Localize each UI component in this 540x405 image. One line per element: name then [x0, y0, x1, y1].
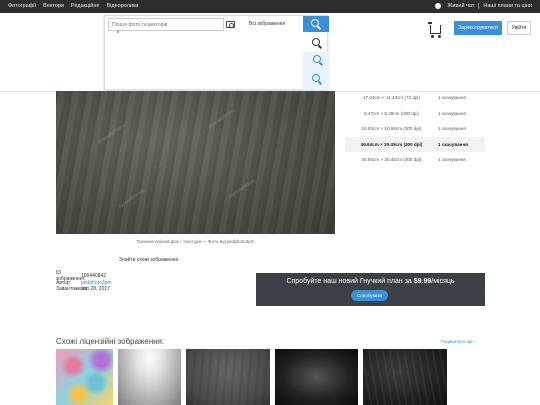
top-navigation-bar: Фотографії Вектори Редакційне Відеоролик…: [0, 0, 540, 13]
size-option-row[interactable]: 17.64cm × 11.43cm (72 dpi) 1 скачування: [345, 90, 485, 106]
similar-image-thumbnail[interactable]: [186, 349, 270, 405]
size-downloads: 1 скачування: [438, 141, 468, 147]
nav-link-photos[interactable]: Фотографії: [8, 3, 36, 9]
see-more-link[interactable]: Подивитися ще ›: [438, 339, 478, 344]
similar-images-heading: Схожі ліцензійні зображення:: [56, 337, 165, 346]
cart-icon[interactable]: [428, 22, 441, 34]
size-dimensions: 8.47cm × 5.49cm (300 dpi): [364, 110, 419, 116]
size-dimensions: 16.93cm × 10.98cm (300 dpi): [361, 126, 422, 132]
clear-search-icon[interactable]: ×: [116, 30, 120, 36]
nav-link-vectors[interactable]: Вектори: [43, 3, 64, 9]
find-similar-link[interactable]: Знайти схожі зображення: [119, 257, 178, 263]
watermark: depositphotos: [227, 177, 257, 201]
meta-label: Завантажено:: [56, 286, 89, 293]
divider: [478, 3, 480, 9]
size-downloads: 1 скачування: [438, 126, 466, 132]
try-plan-button[interactable]: Спробувати: [351, 290, 388, 301]
category-select[interactable]: Всі зображення: [249, 21, 285, 27]
size-downloads: 1 скачування: [438, 95, 466, 101]
author-link[interactable]: pedphoto3pm: [81, 280, 112, 286]
meta-row-author: Автор: pedphoto3pm: [56, 280, 112, 287]
size-option-row[interactable]: 16.93cm × 10.98cm (300 dpi) 1 скачування: [345, 121, 485, 137]
size-dimensions: 46.94cm × 30.45cm (300 dpi): [360, 141, 423, 147]
promo-text: Спробуйте наш новий Гнучкий план за $9.9…: [256, 278, 485, 285]
meta-label: Автор:: [56, 279, 72, 286]
size-option-row-selected[interactable]: 46.94cm × 30.45cm (300 dpi) 1 скачування: [345, 136, 485, 152]
stock-photo-preview[interactable]: depositphotos depositphotos depositphoto…: [56, 91, 335, 234]
search-input[interactable]: [108, 18, 224, 31]
image-metadata: ID зображення: 166440842 Автор: pedphoto…: [56, 270, 112, 293]
search-icon[interactable]: [312, 74, 320, 82]
flexible-plan-promo: Спробуйте наш новий Гнучкий план за $9.9…: [256, 273, 485, 306]
top-nav-links: Фотографії Вектори Редакційне Відеоролик…: [8, 3, 138, 9]
search-icon[interactable]: [312, 38, 320, 46]
chat-icon: [435, 3, 442, 9]
size-dimensions: 46.94cm × 30.45cm (300 dpi): [361, 157, 422, 163]
watermark: depositphotos: [97, 122, 127, 146]
watermark: depositphotos: [117, 187, 147, 211]
meta-row-id: ID зображення: 166440842: [56, 270, 112, 282]
upload-date-value: Jun 28, 2017: [81, 286, 110, 293]
size-dimensions: 17.64cm × 11.43cm (72 dpi): [363, 95, 420, 101]
similar-image-thumbnail[interactable]: [275, 349, 358, 405]
image-caption: Тканина хороий фон і текстури — Фото від…: [136, 239, 255, 244]
search-button[interactable]: [303, 16, 329, 32]
plans-link[interactable]: Наші плани та ціни: [483, 3, 532, 9]
similar-image-thumbnail[interactable]: [363, 349, 447, 405]
size-options-table: 17.64cm × 11.43cm (72 dpi) 1 скачування …: [345, 90, 485, 168]
login-button[interactable]: Увійти: [507, 21, 531, 35]
cart-wheels: [431, 35, 441, 38]
register-button[interactable]: Зареєструватися: [454, 21, 502, 35]
search-panel: × Всі зображення: [104, 15, 329, 90]
search-icon[interactable]: [313, 55, 321, 63]
top-right-links: Живий чат Наші плани та ціни: [435, 3, 532, 9]
nav-link-videos[interactable]: Відеоролики: [106, 3, 138, 9]
meta-row-uploaded: Завантажено: Jun 28, 2017: [56, 286, 112, 293]
promo-text-prefix: Спробуйте наш новий Гнучкий план за: [286, 278, 414, 285]
similar-image-thumbnail[interactable]: [56, 349, 113, 405]
similar-image-thumbnail[interactable]: [118, 349, 181, 405]
size-option-row[interactable]: 46.94cm × 30.45cm (300 dpi) 1 скачування: [345, 152, 485, 168]
image-id-value: 166440842: [81, 273, 107, 280]
size-option-row[interactable]: 8.47cm × 5.49cm (300 dpi) 1 скачування: [345, 106, 485, 122]
watermark: depositphotos: [207, 107, 237, 131]
camera-search-icon[interactable]: [226, 21, 235, 28]
size-downloads: 1 скачування: [438, 157, 466, 163]
promo-text-suffix: /місяць: [431, 278, 455, 285]
size-downloads: 1 скачування: [438, 110, 466, 116]
live-chat-link[interactable]: Живий чат: [447, 3, 474, 9]
search-icon: [311, 19, 319, 27]
nav-link-editorial[interactable]: Редакційне: [71, 3, 100, 9]
promo-price: $9.99: [413, 278, 432, 285]
